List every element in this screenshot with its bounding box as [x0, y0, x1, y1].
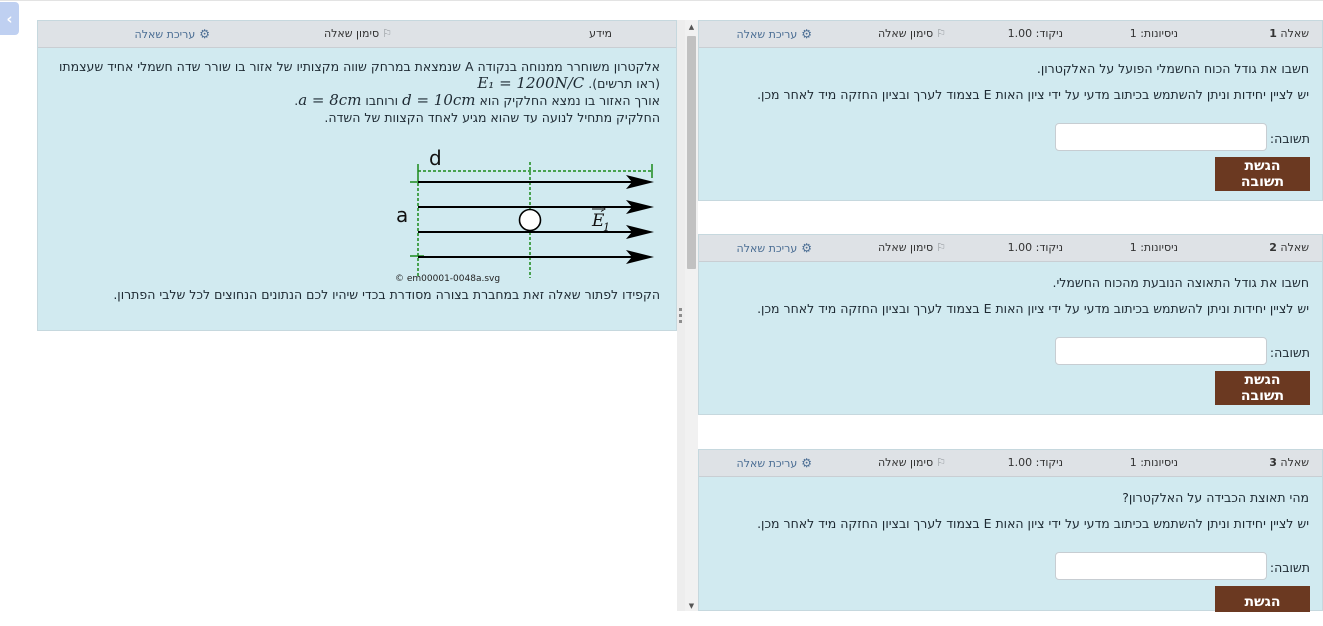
- drag-handle-icon[interactable]: [679, 308, 682, 326]
- question-card: שאלה 3 ניסיונות: 1 ניקוד: 1.00 ⚐סימון שא…: [698, 449, 1323, 626]
- scroll-up-icon[interactable]: ▲: [685, 23, 698, 31]
- question-header: שאלה 2 ניסיונות: 1 ניקוד: 1.00 ⚐סימון שא…: [699, 235, 1322, 262]
- info-line-3: אורך האזור בו נמצא החלקיק הוא d = 10cm ו…: [294, 91, 660, 109]
- question-instructions: יש לציין יחידות וניתן להשתמש בכיתוב מדעי…: [757, 87, 1309, 102]
- answer-input[interactable]: [1055, 552, 1267, 580]
- gear-icon: ⚙: [199, 27, 210, 41]
- info-line-2: (ראו תרשים). E₁ = 1200N/C: [477, 74, 660, 92]
- question-instructions: יש לציין יחידות וניתן להשתמש בכיתוב מדעי…: [757, 301, 1309, 316]
- question-header: שאלה 1 ניסיונות: 1 ניקוד: 1.00 ⚐סימון שא…: [699, 21, 1322, 48]
- question-card: שאלה 2 ניסיונות: 1 ניקוד: 1.00 ⚐סימון שא…: [698, 234, 1323, 415]
- gear-icon: ⚙: [801, 27, 812, 41]
- scrollbar[interactable]: ▲ ▼: [685, 20, 698, 611]
- copyright-icon: ©: [395, 274, 407, 284]
- question-number: 3: [1269, 456, 1277, 469]
- flag-icon: ⚐: [936, 241, 946, 254]
- question-card: שאלה 1 ניסיונות: 1 ניקוד: 1.00 ⚐סימון שא…: [698, 20, 1323, 201]
- answer-label: תשובה:: [1269, 560, 1310, 575]
- gear-icon: ⚙: [801, 241, 812, 255]
- submit-answer-button[interactable]: הגשת תשובה: [1215, 371, 1310, 405]
- submit-answer-button[interactable]: הגשת תשובה: [1215, 586, 1310, 626]
- edit-question-link[interactable]: ⚙עריכת שאלה: [135, 21, 210, 47]
- answer-label: תשובה:: [1269, 345, 1310, 360]
- diagram-label-a: a: [396, 203, 408, 227]
- attempts-label: ניסיונות: 1: [1129, 241, 1178, 254]
- score-label: ניקוד: 1.00: [1007, 241, 1063, 254]
- width-formula: a = 8cm: [298, 91, 362, 109]
- field-diagram: d a E 1: [396, 146, 654, 278]
- question-header: שאלה 3 ניסיונות: 1 ניקוד: 1.00 ⚐סימון שא…: [699, 450, 1322, 477]
- flag-icon: ⚐: [936, 27, 946, 40]
- info-line-4: החלקיק מתחיל לנועה עד שהוא מגיע לאחד הקצ…: [324, 110, 660, 125]
- electron-point-a: [518, 208, 542, 232]
- submit-answer-button[interactable]: הגשת תשובה: [1215, 157, 1310, 191]
- question-title: שאלה 1: [1269, 27, 1309, 40]
- diagram-label-d: d: [429, 146, 442, 170]
- score-label: ניקוד: 1.00: [1007, 27, 1063, 40]
- answer-label: תשובה:: [1269, 131, 1310, 146]
- gear-icon: ⚙: [801, 456, 812, 470]
- chevron-left-icon: ‹: [6, 9, 13, 28]
- question-text: חשבו את גודל הכוח החשמלי הפועל על האלקטר…: [1036, 61, 1309, 76]
- edit-question-link[interactable]: ⚙עריכת שאלה: [737, 450, 812, 476]
- field-arrowheads: [626, 175, 654, 264]
- info-header: מידע ⚐סימון שאלה ⚙עריכת שאלה: [38, 21, 676, 48]
- flag-question-link[interactable]: ⚐סימון שאלה: [878, 235, 946, 261]
- info-note: הקפידו לפתור שאלה זאת במחברת בצורה מסודר…: [113, 287, 660, 302]
- flag-question-link[interactable]: ⚐סימון שאלה: [878, 450, 946, 476]
- flag-icon: ⚐: [382, 27, 392, 40]
- flag-question-link[interactable]: ⚐סימון שאלה: [324, 21, 392, 47]
- attempts-label: ניסיונות: 1: [1129, 27, 1178, 40]
- scroll-thumb[interactable]: [687, 36, 696, 269]
- question-number: 1: [1269, 27, 1277, 40]
- flag-icon: ⚐: [936, 456, 946, 469]
- edit-question-link[interactable]: ⚙עריכת שאלה: [737, 235, 812, 261]
- question-text: מהי תאוצת הכבידה על האלקטרון?: [1122, 490, 1309, 505]
- info-text: אלקטרון משוחרר ממנוחה בנקודה A שנמצאת במ…: [38, 48, 676, 126]
- info-panel: מידע ⚐סימון שאלה ⚙עריכת שאלה אלקטרון משו…: [37, 20, 677, 331]
- collapse-drawer-button[interactable]: ‹: [0, 2, 19, 35]
- field-vector-subscript: 1: [603, 221, 610, 234]
- score-label: ניקוד: 1.00: [1007, 456, 1063, 469]
- attempts-label: ניסיונות: 1: [1129, 456, 1178, 469]
- length-formula: d = 10cm: [402, 91, 476, 109]
- question-number: 2: [1269, 241, 1277, 254]
- field-formula: E₁ = 1200N/C: [477, 74, 585, 92]
- edit-question-link[interactable]: ⚙עריכת שאלה: [737, 21, 812, 47]
- scroll-down-icon[interactable]: ▼: [685, 602, 698, 610]
- question-title: שאלה 2: [1269, 241, 1309, 254]
- answer-input[interactable]: [1055, 337, 1267, 365]
- info-line-1: אלקטרון משוחרר ממנוחה בנקודה A שנמצאת במ…: [59, 59, 660, 74]
- answer-input[interactable]: [1055, 123, 1267, 151]
- question-instructions: יש לציין יחידות וניתן להשתמש בכיתוב מדעי…: [757, 516, 1309, 531]
- image-caption: © em00001-0048a.svg: [395, 274, 501, 284]
- panel-splitter[interactable]: [677, 20, 685, 611]
- question-text: חשבו את גודל התאוצה הנובעת מהכוח החשמלי.: [1052, 275, 1309, 290]
- top-divider: [0, 0, 1323, 1]
- flag-question-link[interactable]: ⚐סימון שאלה: [878, 21, 946, 47]
- info-label: מידע: [589, 27, 612, 40]
- question-title: שאלה 3: [1269, 456, 1309, 469]
